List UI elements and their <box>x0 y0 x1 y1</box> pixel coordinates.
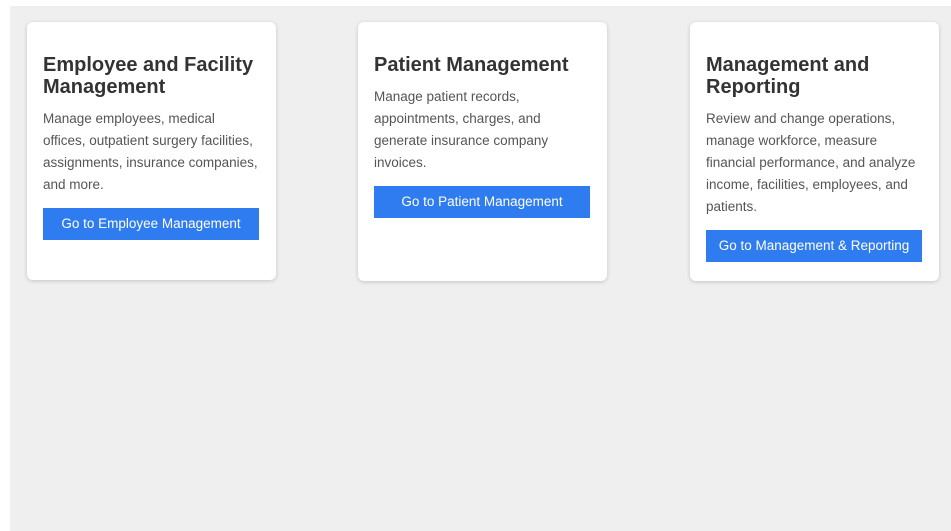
card-title: Employee and Facility Management <box>43 54 254 98</box>
card-description: Review and change operations, manage wor… <box>706 111 916 214</box>
go-to-employee-management-button[interactable]: Go to Employee Management <box>43 208 259 240</box>
patient-management-card: Patient Management Manage patient record… <box>358 22 607 281</box>
dashboard-page: Employee and Facility Management Manage … <box>10 6 951 531</box>
card-title: Management and Reporting <box>706 54 870 98</box>
card-title: Patient Management <box>374 54 569 76</box>
card-description: Manage employees, medical offices, outpa… <box>43 111 258 192</box>
management-reporting-card: Management and Reporting Review and chan… <box>690 22 939 281</box>
go-to-patient-management-button[interactable]: Go to Patient Management <box>374 186 590 218</box>
go-to-management-reporting-button[interactable]: Go to Management & Reporting <box>706 230 922 262</box>
card-description: Manage patient records, appointments, ch… <box>374 89 549 170</box>
employee-management-card: Employee and Facility Management Manage … <box>27 22 276 280</box>
